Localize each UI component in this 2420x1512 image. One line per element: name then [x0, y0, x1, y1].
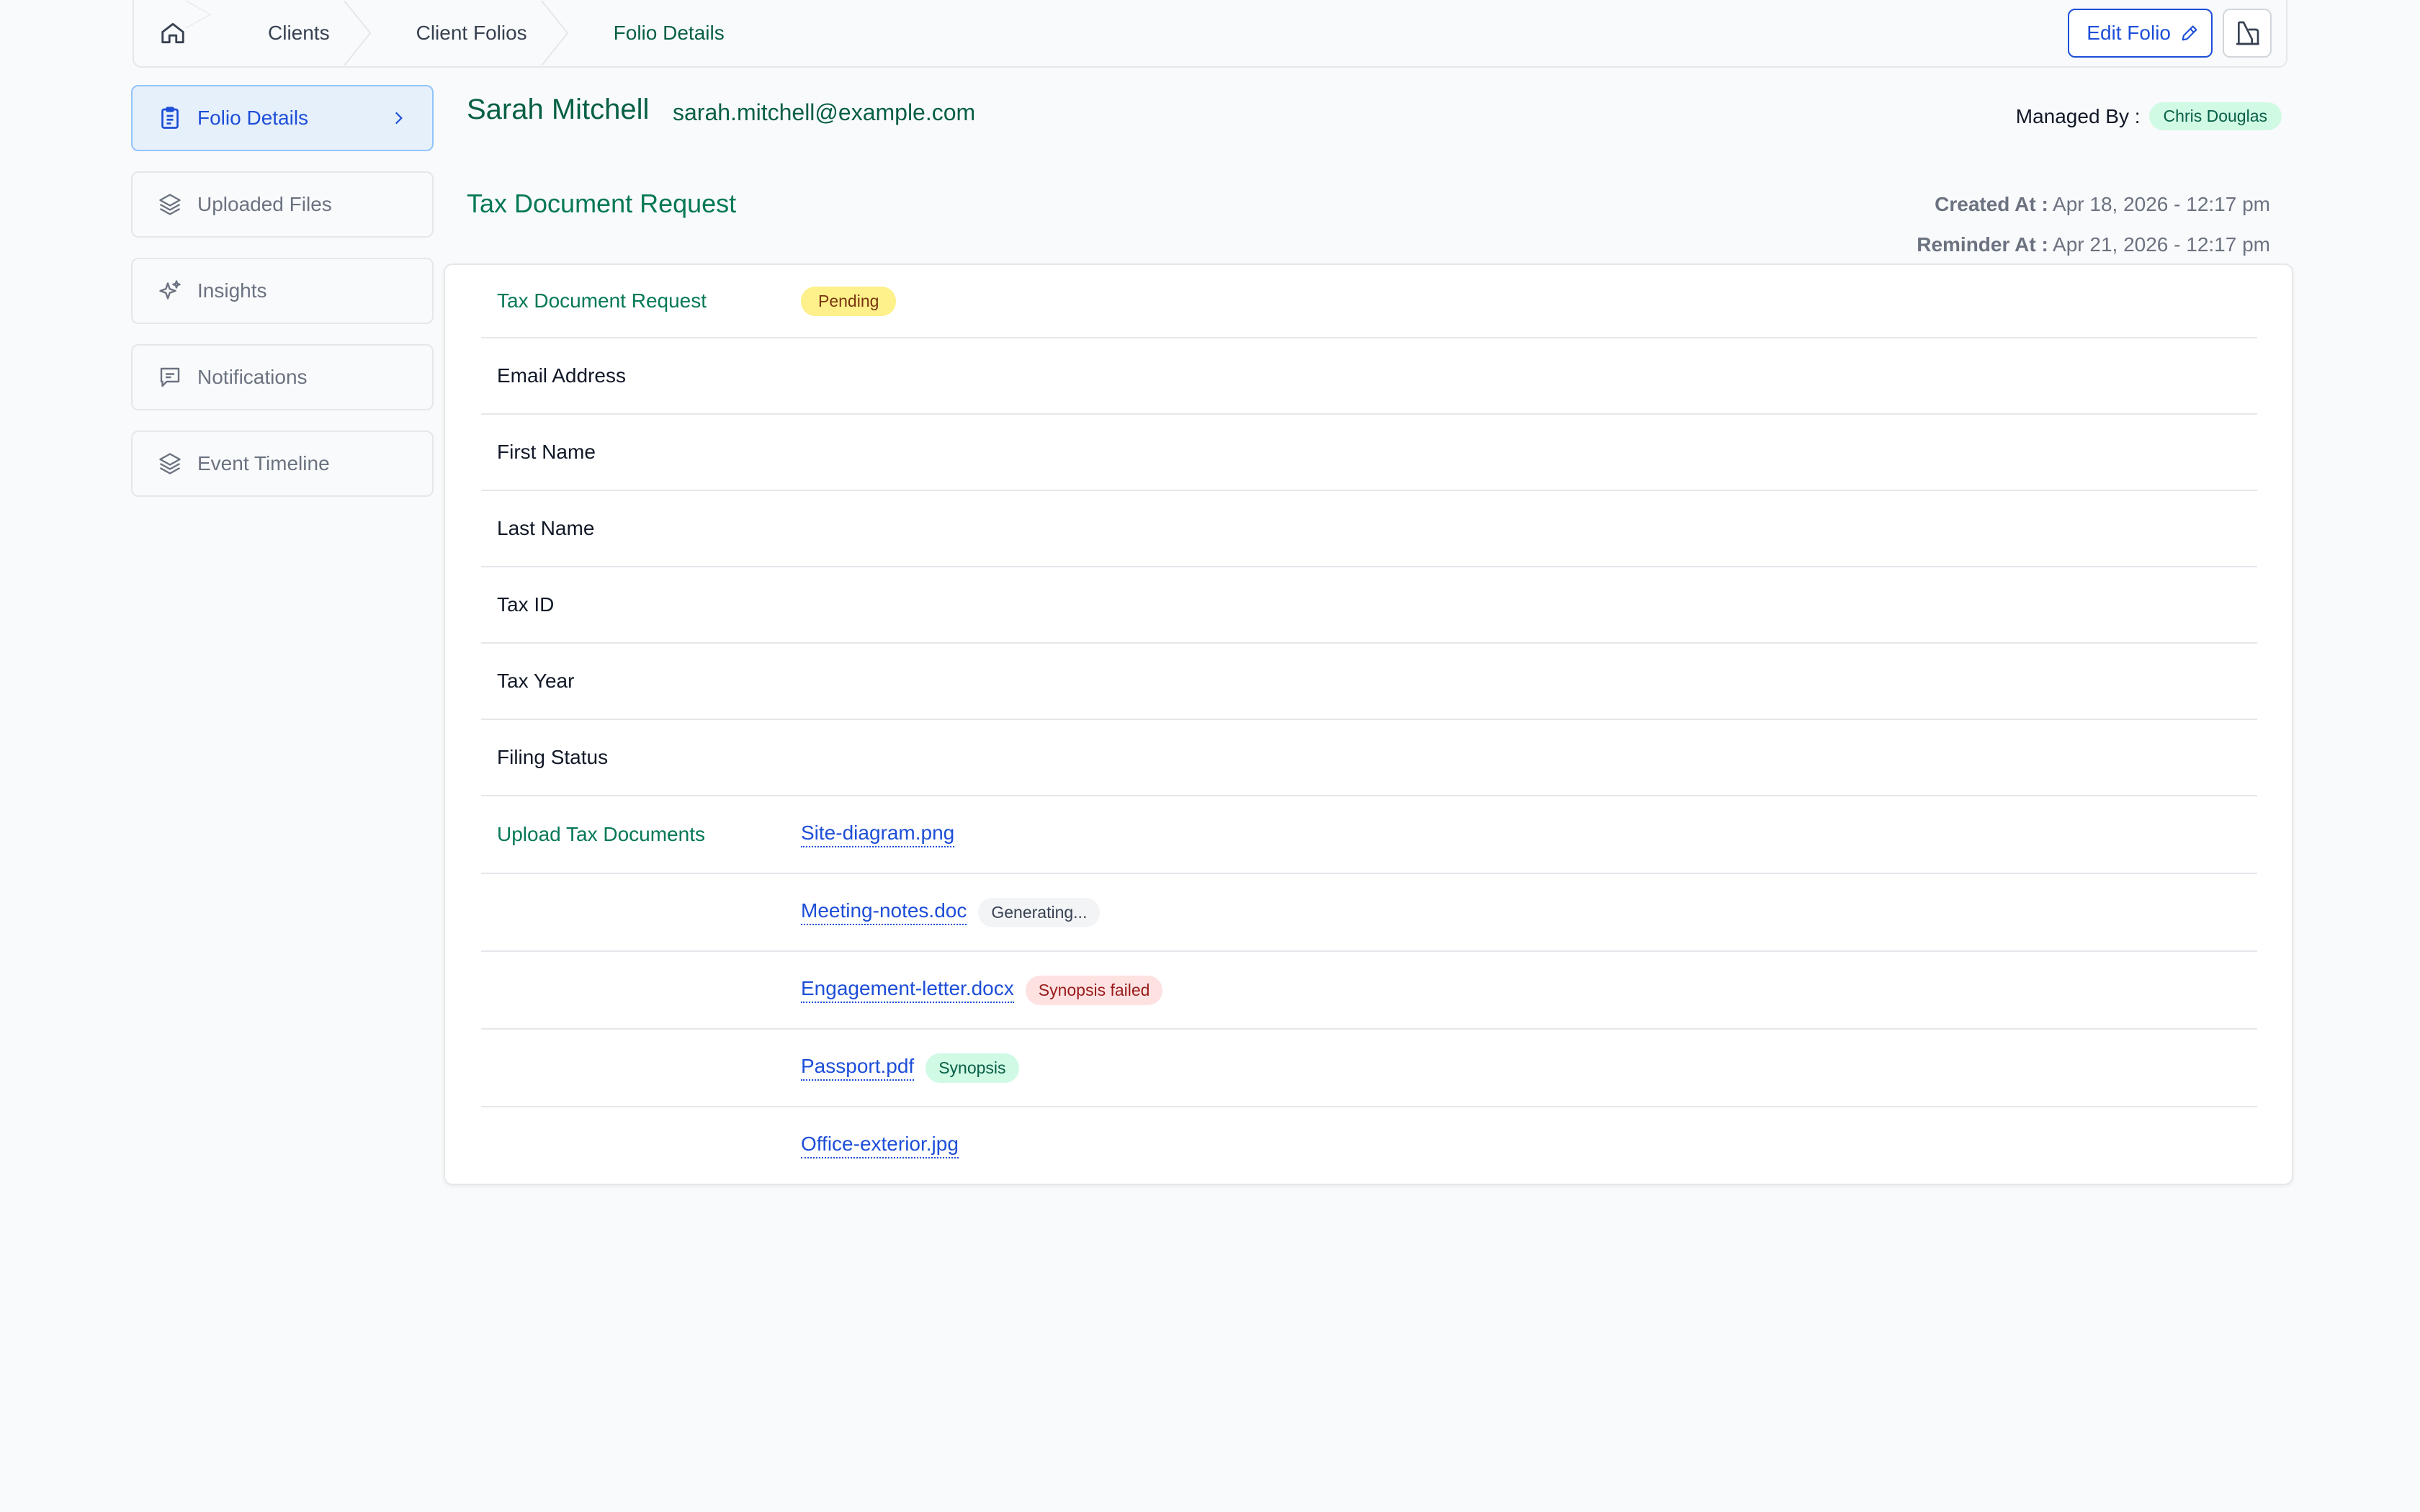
- file-row: Engagement-letter.docx Synopsis failed: [481, 952, 2257, 1030]
- sidebar-item-insights[interactable]: Insights: [131, 258, 434, 324]
- field-row: Tax Year: [481, 644, 2257, 720]
- file-row: Meeting-notes.doc Generating...: [481, 874, 2257, 952]
- created-at-label: Created At :: [1935, 193, 2048, 215]
- home-icon: [161, 22, 184, 44]
- managed-by: Managed By : Chris Douglas: [2016, 102, 2282, 130]
- field-row: Tax ID: [481, 567, 2257, 644]
- breadcrumb-clients-label: Clients: [268, 22, 330, 44]
- clipboard-icon: [161, 107, 179, 129]
- sidebar-item-label: Event Timeline: [197, 452, 330, 474]
- breadcrumb: Clients Client Folios Folio Details Edit…: [133, 0, 2287, 68]
- request-label: Tax Document Request: [497, 289, 707, 312]
- file-link[interactable]: Office-exterior.jpg: [801, 1133, 959, 1158]
- section-title: Tax Document Request: [467, 189, 737, 218]
- edit-folio-label: Edit Folio: [2087, 22, 2171, 44]
- field-label: Email Address: [497, 364, 626, 387]
- sidebar-item-event-timeline[interactable]: Event Timeline: [131, 431, 434, 497]
- edit-folio-button[interactable]: Edit Folio: [2068, 9, 2213, 58]
- managed-by-label: Managed By :: [2015, 104, 2141, 127]
- field-label: First Name: [497, 441, 596, 463]
- sidebar-item-label: Uploaded Files: [197, 193, 332, 215]
- field-row: Filing Status: [481, 720, 2257, 796]
- manager-badge: Chris Douglas: [2148, 102, 2282, 130]
- sidebar-item-label: Notifications: [197, 366, 308, 388]
- breadcrumb-client-folios[interactable]: Client Folios: [372, 1, 569, 66]
- reminder-at-label: Reminder At :: [1917, 233, 2048, 256]
- sidebar-item-notifications[interactable]: Notifications: [131, 344, 434, 410]
- created-at-value: Apr 18, 2026 - 12:17 pm: [2053, 193, 2270, 215]
- sidebar-item-label: Insights: [197, 279, 267, 302]
- details-card: Tax Document Request Pending Email Addre…: [444, 264, 2293, 1185]
- breadcrumb-home[interactable]: [134, 1, 212, 66]
- signature-icon: [2236, 21, 2259, 45]
- layers-icon: [159, 194, 181, 215]
- synopsis-failed-badge: Synopsis failed: [1025, 975, 1163, 1005]
- reminder-at: Reminder At : Apr 21, 2026 - 12:17 pm: [1917, 233, 2270, 256]
- sparkles-icon: [159, 280, 181, 300]
- field-label: Filing Status: [497, 746, 609, 768]
- file-row: Office-exterior.jpg: [481, 1107, 2257, 1184]
- field-label: Tax Year: [497, 670, 575, 692]
- message-icon: [160, 367, 180, 387]
- client-name: Sarah Mitchell: [467, 94, 650, 125]
- layers-icon: [159, 453, 181, 474]
- reminder-at-value: Apr 21, 2026 - 12:17 pm: [2053, 233, 2270, 256]
- sidebar-item-uploaded-files[interactable]: Uploaded Files: [131, 171, 434, 238]
- field-row: Email Address: [481, 338, 2257, 415]
- pencil-icon: [2182, 25, 2197, 41]
- created-at: Created At : Apr 18, 2026 - 12:17 pm: [1935, 193, 2270, 216]
- sidebar: Folio Details Uploaded Files Insights No…: [131, 85, 434, 517]
- breadcrumb-client-folios-label: Client Folios: [416, 22, 527, 44]
- breadcrumb-clients[interactable]: Clients: [212, 1, 372, 66]
- file-row: Upload Tax Documents Site-diagram.png: [481, 796, 2257, 874]
- sidebar-item-label: Folio Details: [197, 107, 309, 129]
- status-badge: Pending: [801, 286, 897, 316]
- file-link[interactable]: Meeting-notes.doc: [801, 899, 967, 925]
- client-email: sarah.mitchell@example.com: [673, 99, 976, 125]
- breadcrumb-folio-details: Folio Details: [569, 1, 766, 66]
- breadcrumb-folio-details-label: Folio Details: [613, 22, 725, 44]
- upload-label: Upload Tax Documents: [497, 823, 705, 845]
- field-row: Last Name: [481, 491, 2257, 567]
- request-row: Tax Document Request Pending: [481, 265, 2257, 338]
- sign-document-button[interactable]: [2223, 9, 2272, 58]
- file-row: Passport.pdf Synopsis: [481, 1030, 2257, 1107]
- field-label: Tax ID: [497, 593, 555, 616]
- sidebar-item-folio-details[interactable]: Folio Details: [131, 85, 434, 151]
- field-label: Last Name: [497, 517, 595, 539]
- field-row: First Name: [481, 415, 2257, 491]
- file-link[interactable]: Site-diagram.png: [801, 822, 955, 847]
- chevron-right-icon: [395, 112, 403, 125]
- synopsis-badge[interactable]: Synopsis: [926, 1053, 1019, 1083]
- generating-badge: Generating...: [978, 897, 1101, 927]
- file-link[interactable]: Engagement-letter.docx: [801, 977, 1014, 1003]
- file-link[interactable]: Passport.pdf: [801, 1055, 915, 1081]
